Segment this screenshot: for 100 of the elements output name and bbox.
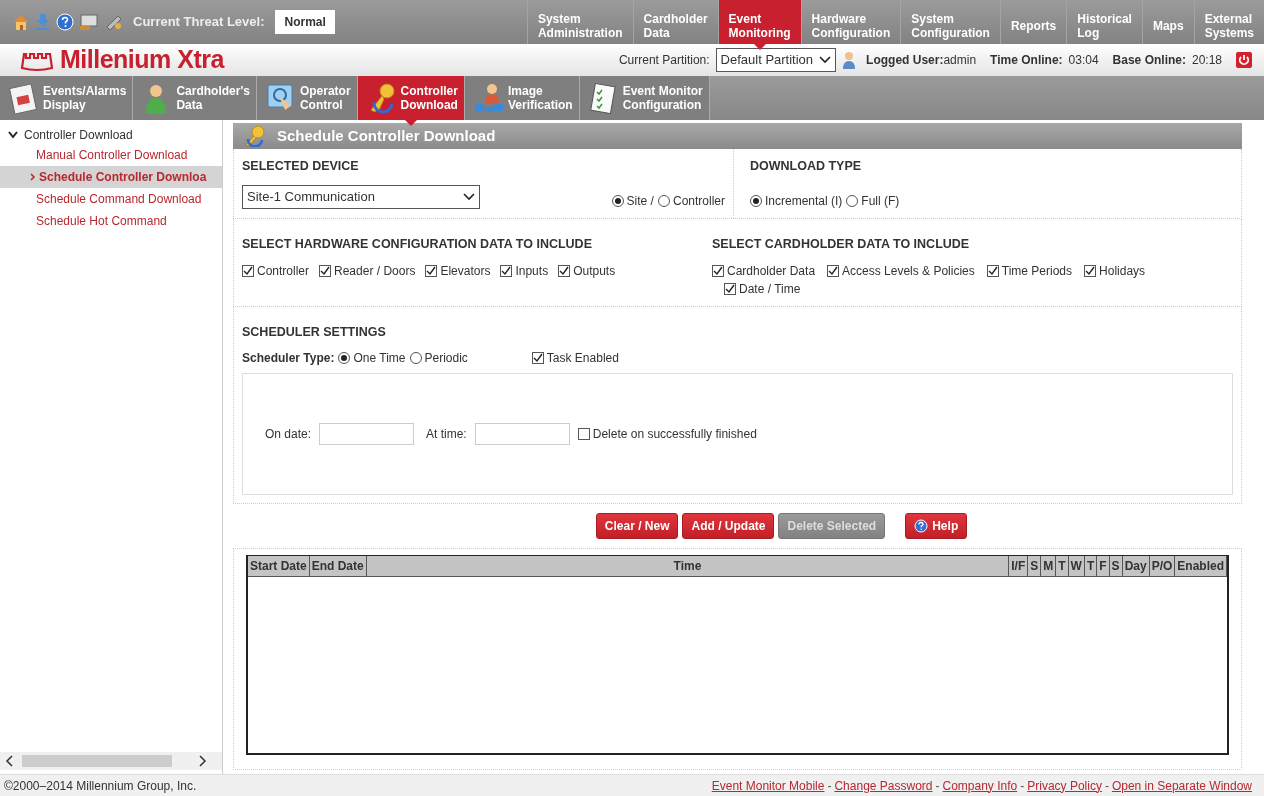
radio-button[interactable] <box>846 194 859 207</box>
check-icon <box>725 283 735 294</box>
footer-link[interactable]: Privacy Policy <box>1027 776 1102 795</box>
partition-label: Current Partition: <box>618 52 710 69</box>
time-field[interactable] <box>474 423 570 446</box>
date-field[interactable] <box>319 423 415 446</box>
module-tab[interactable]: Events/Alarms Display <box>0 76 134 120</box>
footer-link[interactable]: Company Info <box>942 776 1018 795</box>
radio-button-label: Periodic <box>424 350 468 368</box>
checkbox[interactable] <box>577 428 590 441</box>
action-button[interactable]: Add / Update <box>682 513 775 540</box>
tab-pointer <box>404 120 417 126</box>
checkbox[interactable] <box>1084 264 1097 277</box>
device-dropdown[interactable]: Site-1 Communication <box>242 185 480 209</box>
separator: - <box>827 777 832 795</box>
checkbox-label: Task Enabled <box>546 350 619 368</box>
column-header[interactable]: Enabled <box>1175 556 1227 577</box>
base-online-value: 20:18 <box>1191 52 1222 69</box>
column-header[interactable]: P/O <box>1149 556 1176 577</box>
action-button[interactable]: Help <box>905 513 968 540</box>
time-online-label: Time Online: <box>990 52 1063 69</box>
separator: - <box>1104 777 1109 795</box>
checkbox-label: Controller <box>257 262 310 280</box>
radio-button[interactable] <box>338 352 351 365</box>
checkbox-label: Access Levels & Policies <box>842 262 975 280</box>
module-tab[interactable]: Image Verification <box>464 76 580 120</box>
logged-user: Logged User:admin <box>866 52 977 69</box>
monitor-icon[interactable] <box>79 13 99 31</box>
checkbox[interactable] <box>319 264 332 277</box>
module-tab[interactable]: Cardholder's Data <box>133 76 257 120</box>
module-tab[interactable]: Operator Control <box>256 76 358 120</box>
column-header[interactable]: I/F <box>1009 556 1029 577</box>
checkbox-label: Outputs <box>573 262 616 280</box>
checkbox[interactable] <box>500 264 513 277</box>
check-icon <box>532 353 543 364</box>
radio-button-label: Site / <box>626 192 654 210</box>
radio-button[interactable] <box>611 194 624 207</box>
checkbox-label: Inputs <box>515 262 549 280</box>
network-people-icon <box>472 82 503 114</box>
column-header[interactable]: End Date <box>309 556 367 577</box>
radio-button[interactable] <box>750 194 762 207</box>
radio-button-label: Incremental (I) <box>765 192 843 210</box>
radio-button[interactable] <box>657 194 670 207</box>
check-icon <box>713 265 723 276</box>
separator: - <box>1020 777 1025 795</box>
check-icon <box>320 265 331 276</box>
tree-item[interactable]: Manual Controller Download <box>0 144 222 166</box>
action-button[interactable]: Clear / New <box>595 513 679 540</box>
section-heading: SELECT HARDWARE CONFIGURATION DATA TO INCLUDE <box>242 235 593 253</box>
footer-link[interactable]: Event Monitor Mobile <box>711 776 825 795</box>
column-header[interactable]: T <box>1056 556 1069 577</box>
separator: - <box>935 777 940 795</box>
column-header[interactable]: Day <box>1122 556 1150 577</box>
checkbox-label: Holidays <box>1099 262 1146 280</box>
tools-icon[interactable] <box>104 13 124 31</box>
section-heading: SELECTED DEVICE <box>242 158 360 175</box>
checkbox[interactable] <box>242 264 254 277</box>
checkbox[interactable] <box>531 352 544 365</box>
column-header[interactable]: Start Date <box>248 556 310 577</box>
scheduler-type-label: Scheduler Type: <box>242 350 335 368</box>
checkbox[interactable] <box>558 264 571 277</box>
tree-item[interactable]: Schedule Controller Downloa <box>0 166 222 188</box>
chevron-right-icon <box>30 173 36 181</box>
checkbox[interactable] <box>986 264 999 277</box>
base-online-label: Base Online: <box>1112 52 1186 69</box>
check-icon <box>828 265 839 276</box>
checkbox[interactable] <box>827 264 840 277</box>
home-icon[interactable] <box>12 13 30 31</box>
column-header[interactable]: Time <box>366 556 1010 577</box>
power-icon[interactable] <box>1236 52 1252 68</box>
key-icon <box>243 125 265 147</box>
column-header[interactable]: W <box>1068 556 1085 577</box>
partition-dropdown[interactable]: Default Partition <box>715 48 837 72</box>
footer-link[interactable]: Change Password <box>834 776 933 795</box>
checkbox-label: Reader / Doors <box>334 262 416 280</box>
tree-node[interactable]: Controller Download <box>0 126 222 144</box>
radio-button[interactable] <box>409 352 422 365</box>
checkbox[interactable] <box>425 264 438 277</box>
horizontal-scrollbar[interactable] <box>0 752 222 770</box>
threat-level-label: Current Threat Level: <box>133 13 265 32</box>
checkbox[interactable] <box>724 282 736 295</box>
checkbox[interactable] <box>712 264 724 277</box>
check-icon <box>987 265 998 276</box>
help-icon <box>914 519 929 534</box>
column-header[interactable]: F <box>1097 556 1110 577</box>
section-heading: DOWNLOAD TYPE <box>750 158 863 175</box>
section-heading: SCHEDULER SETTINGS <box>242 323 387 341</box>
module-tab[interactable]: Event Monitor Configuration <box>579 76 710 120</box>
footer-link[interactable]: Open in Separate Window <box>1111 776 1252 795</box>
tree-item[interactable]: Schedule Command Download <box>0 188 222 210</box>
column-header[interactable]: M <box>1041 556 1057 577</box>
section-heading: SELECT CARDHOLDER DATA TO INCLUDE <box>712 235 971 253</box>
column-header[interactable]: S <box>1109 556 1123 577</box>
tree-item[interactable]: Schedule Hot Command <box>0 210 222 232</box>
column-header[interactable]: T <box>1084 556 1098 577</box>
panel-title: Schedule Controller Download <box>277 125 496 146</box>
checkbox-label: Time Periods <box>1001 262 1073 280</box>
column-header[interactable]: S <box>1028 556 1042 577</box>
checkbox-label: Elevators <box>440 262 491 280</box>
help-icon[interactable] <box>56 13 74 31</box>
